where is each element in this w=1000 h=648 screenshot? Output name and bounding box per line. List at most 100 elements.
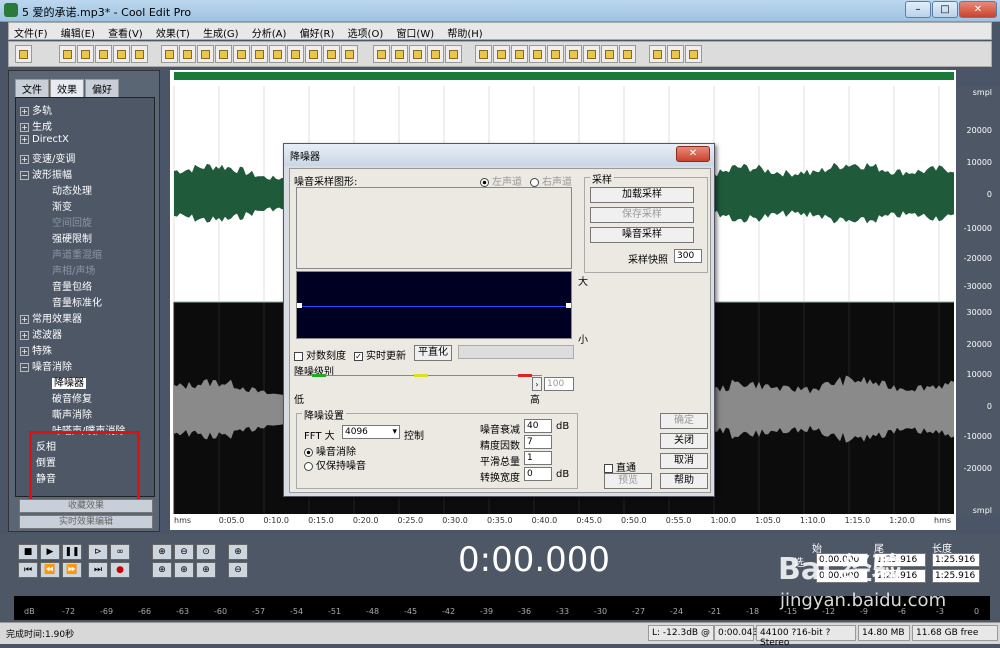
expand-icon[interactable]: + — [20, 347, 29, 356]
tree-item-dynamics[interactable]: 动态处理 — [52, 182, 92, 197]
curve-handle-left[interactable] — [297, 303, 302, 308]
menu-analyze[interactable]: 分析(A) — [247, 23, 292, 42]
cut-icon[interactable] — [251, 45, 268, 63]
expand-icon[interactable]: + — [20, 135, 29, 144]
multitrack-icon[interactable] — [445, 45, 462, 63]
close-button[interactable]: ✕ — [959, 1, 997, 18]
realtime-effects-button[interactable]: 实时效果编辑 — [19, 515, 153, 529]
transition-field[interactable]: 0 — [524, 467, 552, 481]
mix-paste-icon[interactable] — [305, 45, 322, 63]
tree-item-hard-limit[interactable]: 强硬限制 — [52, 230, 92, 245]
repeat-icon[interactable] — [197, 45, 214, 63]
settings-icon[interactable] — [601, 45, 618, 63]
copy-icon[interactable] — [215, 45, 232, 63]
channel-icon[interactable] — [427, 45, 444, 63]
menu-window[interactable]: 窗口(W) — [391, 23, 439, 42]
play-list-icon[interactable] — [511, 45, 528, 63]
close-file-icon[interactable] — [131, 45, 148, 63]
load-sample-button[interactable]: 加载采样 — [590, 187, 694, 203]
menu-help[interactable]: 帮助(H) — [442, 23, 487, 42]
tree-item-channel-mixer[interactable]: 声道重混缩 — [52, 246, 102, 261]
flatten-button[interactable]: 平直化 — [414, 345, 452, 361]
zoom-sel-icon[interactable]: ⊕ — [196, 562, 216, 578]
spectral-icon[interactable] — [409, 45, 426, 63]
tree-item-normalize[interactable]: 音量标准化 — [52, 294, 102, 309]
zoom-left-icon[interactable]: ⊕ — [152, 562, 172, 578]
play-button[interactable]: ▶ — [40, 544, 60, 560]
fade-icon[interactable] — [391, 45, 408, 63]
get-noise-sample-button[interactable]: 噪音采样 — [590, 227, 694, 243]
help-icon[interactable] — [685, 45, 702, 63]
noise-level-field[interactable]: 100 — [544, 377, 574, 391]
cd-icon[interactable] — [475, 45, 492, 63]
frequency-icon[interactable] — [547, 45, 564, 63]
menu-generate[interactable]: 生成(G) — [198, 23, 244, 42]
tab-effects[interactable]: 效果 — [50, 79, 84, 98]
menu-effects[interactable]: 效果(T) — [151, 23, 195, 42]
trim-icon[interactable] — [323, 45, 340, 63]
copy-new-icon[interactable] — [233, 45, 250, 63]
stop-button[interactable]: ■ — [18, 544, 38, 560]
zoom-out-h-icon[interactable]: ⊖ — [174, 544, 194, 560]
overview-bar[interactable] — [174, 72, 954, 80]
edit-tool-icon[interactable] — [667, 45, 684, 63]
info-icon[interactable] — [529, 45, 546, 63]
zoom-full-icon[interactable]: ⊙ — [196, 544, 216, 560]
zoom-right-icon[interactable]: ⊕ — [174, 562, 194, 578]
menu-edit[interactable]: 编辑(E) — [56, 23, 100, 42]
collapse-icon[interactable]: − — [20, 363, 29, 372]
tree-item-spatial[interactable]: 空间回旋 — [52, 214, 92, 229]
tree-item-clip-restore[interactable]: 破音修复 — [52, 390, 92, 405]
undo-icon[interactable] — [161, 45, 178, 63]
tree-item-fade[interactable]: 渐变 — [52, 198, 72, 213]
smoothing-field[interactable]: 1 — [524, 451, 552, 465]
markers-icon[interactable] — [583, 45, 600, 63]
favorite-effects-button[interactable]: 收藏效果 — [19, 499, 153, 513]
zoom-in-v-icon[interactable]: ⊕ — [228, 544, 248, 560]
expand-icon[interactable]: + — [20, 123, 29, 132]
ok-button[interactable]: 确定 — [660, 413, 708, 429]
zoom-out-v-icon[interactable]: ⊖ — [228, 562, 248, 578]
help-button[interactable]: 帮助 — [660, 473, 708, 489]
tree-node-directx[interactable]: + DirectX — [20, 134, 69, 145]
snapshot-field[interactable]: 300 — [674, 249, 702, 263]
mode-keep-radio[interactable]: 仅保持噪音 — [304, 457, 366, 472]
tree-item-volume-envelope[interactable]: 音量包络 — [52, 278, 92, 293]
rewind-button[interactable]: ⏪ — [40, 562, 60, 578]
cue-icon[interactable] — [493, 45, 510, 63]
left-channel-radio[interactable]: 左声道 — [480, 173, 522, 188]
live-update-checkbox[interactable]: ✓ 实时更新 — [354, 347, 406, 362]
envelope-icon[interactable] — [373, 45, 390, 63]
scripts-icon[interactable] — [565, 45, 582, 63]
tree-node-amplitude[interactable]: − 波形振幅 — [20, 166, 72, 181]
expand-icon[interactable]: + — [20, 331, 29, 340]
loop-button[interactable]: ∞ — [110, 544, 130, 560]
options-icon[interactable] — [619, 45, 636, 63]
paste-icon[interactable] — [269, 45, 286, 63]
play-to-end-button[interactable]: ⊳ — [88, 544, 108, 560]
zoom-in-h-icon[interactable]: ⊕ — [152, 544, 172, 560]
curve-handle-right[interactable] — [566, 303, 571, 308]
precision-field[interactable]: 7 — [524, 435, 552, 449]
expand-icon[interactable]: + — [20, 107, 29, 116]
slider-arrow-icon[interactable]: › — [532, 377, 542, 391]
tree-node-filters[interactable]: + 滤波器 — [20, 326, 62, 341]
analyze-icon[interactable] — [649, 45, 666, 63]
preview-button[interactable]: 预览 — [604, 473, 652, 489]
save-icon[interactable] — [95, 45, 112, 63]
reduce-field[interactable]: 40 — [524, 419, 552, 433]
fft-select[interactable]: 4096 ▾ — [342, 425, 400, 439]
tree-node-common[interactable]: + 常用效果器 — [20, 310, 82, 325]
tree-node-noise-reduction[interactable]: − 噪音消除 — [20, 358, 72, 373]
tab-files[interactable]: 文件 — [15, 79, 49, 98]
tree-item-noise-reducer[interactable]: 降噪器 — [52, 374, 86, 389]
menu-options[interactable]: 选项(O) — [343, 23, 389, 42]
waveform-view-icon[interactable] — [15, 45, 32, 63]
cancel-button[interactable]: 取消 — [660, 453, 708, 469]
menu-view[interactable]: 查看(V) — [103, 23, 148, 42]
close-dialog-button[interactable]: 关闭 — [660, 433, 708, 449]
mode-remove-radio[interactable]: 噪音消除 — [304, 443, 356, 458]
menu-favorites[interactable]: 偏好(R) — [295, 23, 340, 42]
menu-file[interactable]: 文件(F) — [9, 23, 53, 42]
forward-button[interactable]: ⏩ — [62, 562, 82, 578]
